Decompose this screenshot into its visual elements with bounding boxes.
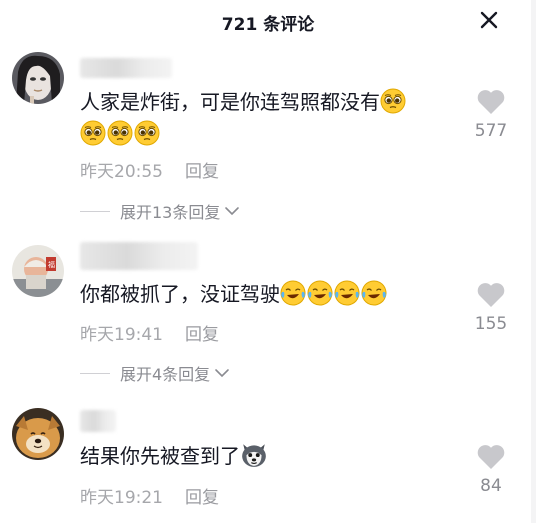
like-count: 155 — [474, 314, 508, 334]
expand-replies-label: 展开13条回复 — [120, 203, 221, 222]
like-button[interactable]: 155 — [470, 281, 512, 334]
heart-icon[interactable] — [476, 88, 506, 115]
reply-button[interactable]: 回复 — [185, 162, 219, 182]
heart-icon[interactable] — [476, 281, 506, 308]
username-blurred — [80, 58, 172, 78]
close-icon[interactable] — [478, 9, 500, 31]
comment-text-content: 结果你先被查到了 — [80, 444, 240, 468]
like-button[interactable]: 84 — [470, 443, 512, 496]
pleading-face-icon — [107, 120, 133, 146]
husky-face-icon — [242, 444, 266, 467]
pleading-face-icon — [134, 120, 160, 146]
comment-meta: 昨天19:41 回复 — [80, 320, 219, 345]
comment-text-content: 你都被抓了，没证驾驶 — [80, 282, 280, 306]
username-blurred — [80, 410, 116, 432]
comment-text-content: 人家是炸街，可是你连驾照都没有 — [80, 90, 380, 114]
comment-meta: 昨天20:55 回复 — [80, 157, 219, 182]
divider-line — [80, 372, 110, 374]
comment-meta: 昨天19:21 回复 — [80, 483, 219, 508]
svg-text:福: 福 — [48, 260, 55, 269]
chevron-down-icon — [225, 207, 240, 216]
laughing-crying-face-icon — [307, 280, 333, 306]
comment-time: 昨天19:41 — [80, 325, 163, 345]
scrollbar[interactable] — [531, 0, 536, 523]
comment-text: 人家是炸街，可是你连驾照都没有 — [80, 86, 440, 150]
pleading-face-icon — [380, 88, 406, 114]
heart-icon[interactable] — [476, 443, 506, 470]
comment-text: 你都被抓了，没证驾驶 — [80, 278, 440, 310]
expand-replies-button[interactable]: 展开13条回复 — [80, 199, 240, 223]
chevron-down-icon — [215, 369, 229, 378]
comment-time: 昨天20:55 — [80, 162, 163, 182]
comment-time: 昨天19:21 — [80, 488, 163, 508]
like-count: 84 — [480, 476, 502, 496]
laughing-crying-face-icon — [334, 280, 360, 306]
avatar[interactable]: 福 — [12, 245, 64, 297]
laughing-crying-face-icon — [280, 280, 306, 306]
like-button[interactable]: 577 — [470, 88, 512, 141]
like-count: 577 — [474, 121, 508, 141]
pleading-face-icon — [80, 120, 106, 146]
expand-replies-button[interactable]: 展开4条回复 — [80, 361, 230, 385]
reply-button[interactable]: 回复 — [185, 488, 219, 508]
reply-button[interactable]: 回复 — [185, 325, 219, 345]
divider-line — [80, 210, 110, 212]
laughing-crying-face-icon — [361, 280, 387, 306]
username-blurred — [80, 242, 198, 270]
expand-replies-label: 展开4条回复 — [120, 365, 211, 384]
comments-header: 721 条评论 — [0, 0, 536, 42]
comments-title: 721 条评论 — [221, 15, 315, 35]
comment-text: 结果你先被查到了 — [80, 440, 440, 472]
avatar[interactable] — [12, 408, 64, 460]
avatar[interactable] — [12, 52, 64, 104]
